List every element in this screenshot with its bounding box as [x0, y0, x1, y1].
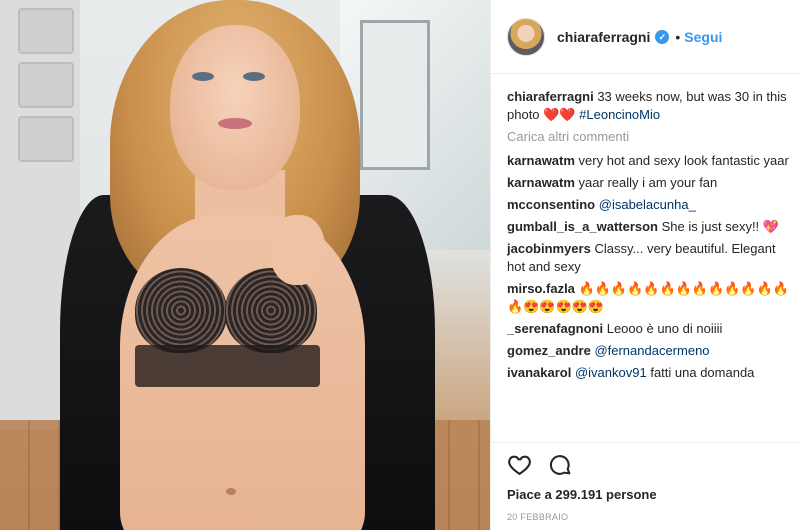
comment-item: _serenafagnoni Leooo è uno di noiiii: [507, 320, 792, 338]
separator-dot: •: [675, 28, 681, 45]
photo-navel: [226, 488, 236, 495]
comment-text: yaar really i am your fan: [578, 175, 718, 190]
comment-mention[interactable]: @fernandacermeno: [594, 343, 709, 358]
avatar[interactable]: [507, 17, 545, 56]
comment-mention[interactable]: @isabelacunha_: [599, 197, 696, 212]
comment-item: karnawatm very hot and sexy look fantast…: [507, 152, 792, 170]
photo-hand: [270, 215, 325, 285]
comment-username[interactable]: gumball_is_a_watterson: [507, 219, 658, 234]
comment-text: fatti una domanda: [650, 365, 755, 380]
comment-item: jacobinmyers Classy... very beautiful. E…: [507, 240, 792, 276]
follow-button[interactable]: Segui: [684, 29, 722, 45]
comment-item: mcconsentino @isabelacunha_: [507, 196, 792, 214]
comment-username[interactable]: jacobinmyers: [507, 241, 591, 256]
post-side-panel: chiaraferragni ✓ • Segui chiaraferragni …: [490, 0, 801, 530]
caption-username[interactable]: chiaraferragni: [507, 89, 594, 104]
comment-item: mirso.fazla 🔥🔥🔥🔥🔥🔥🔥🔥🔥🔥🔥🔥🔥🔥😍😍😍😍😍: [507, 280, 792, 316]
comment-item: gomez_andre @fernandacermeno: [507, 342, 792, 360]
comment-bubble-icon[interactable]: [548, 452, 573, 477]
post-date[interactable]: 20 FEBBRAIO: [507, 512, 568, 522]
header-username[interactable]: chiaraferragni: [557, 29, 650, 45]
comment-username[interactable]: karnawatm: [507, 175, 575, 190]
verified-badge-icon: ✓: [655, 29, 670, 44]
photo-lace-left: [135, 268, 227, 353]
likes-count[interactable]: Piace a 299.191 persone: [507, 487, 657, 502]
caption-hashtag[interactable]: #LeoncinoMio: [579, 107, 660, 122]
comment-username[interactable]: gomez_andre: [507, 343, 591, 358]
comment-item: gumball_is_a_watterson She is just sexy!…: [507, 218, 792, 236]
comment-username[interactable]: mirso.fazla: [507, 281, 575, 296]
heart-outline-icon[interactable]: [507, 452, 532, 477]
photo-shelf: [18, 8, 74, 54]
photo-shelf: [18, 62, 74, 108]
photo-face: [170, 25, 300, 190]
comment-text: very hot and sexy look fantastic yaar: [578, 153, 789, 168]
load-more-comments-link[interactable]: Carica altri commenti: [507, 128, 792, 146]
comments-list[interactable]: chiaraferragni 33 weeks now, but was 30 …: [507, 88, 792, 443]
comment-username[interactable]: _serenafagnoni: [507, 321, 603, 336]
comment-username[interactable]: ivanakarol: [507, 365, 571, 380]
comment-item: karnawatm yaar really i am your fan: [507, 174, 792, 192]
post-photo[interactable]: [0, 0, 490, 530]
photo-eye: [243, 72, 265, 81]
comment-text: She is just sexy!! 💖: [661, 219, 779, 234]
photo-shelf: [18, 116, 74, 162]
post-header: chiaraferragni ✓ • Segui: [491, 0, 801, 74]
actions-divider: [491, 442, 801, 443]
comment-username[interactable]: karnawatm: [507, 153, 575, 168]
photo-window-frame: [360, 20, 430, 170]
photo-band: [135, 345, 320, 387]
comment-mention[interactable]: @ivankov91: [575, 365, 647, 380]
comment-item: ivanakarol @ivankov91 fatti una domanda: [507, 364, 792, 382]
caption: chiaraferragni 33 weeks now, but was 30 …: [507, 88, 792, 124]
photo-eye: [192, 72, 214, 81]
comment-text: Leooo è uno di noiiii: [606, 321, 723, 336]
comment-username[interactable]: mcconsentino: [507, 197, 595, 212]
photo-lips: [218, 118, 252, 129]
post-actions: [507, 452, 573, 477]
